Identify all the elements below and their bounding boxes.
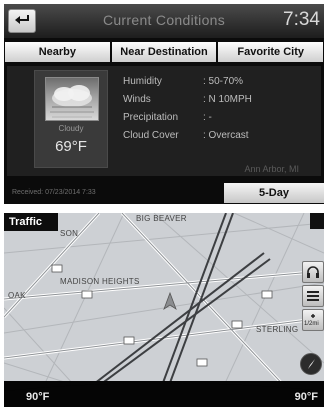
map-corner-tab[interactable] <box>310 213 324 229</box>
headphones-icon <box>307 266 319 278</box>
current-conditions-screen: Current Conditions 7:34 Nearby Near Dest… <box>4 4 324 204</box>
detail-row-precipitation: Precipitation : - <box>123 112 313 130</box>
status-bar-curve <box>4 383 324 391</box>
zoom-scale-button[interactable]: 1/2mi <box>302 309 324 331</box>
temperature: 69°F <box>55 138 87 155</box>
compass-button[interactable] <box>300 353 322 375</box>
detail-row-winds: Winds : N 10MPH <box>123 94 313 112</box>
clock: 7:34 <box>283 9 320 30</box>
location-tabs: Nearby Near Destination Favorite City <box>5 42 324 62</box>
map-place-label: STERLING <box>256 325 299 334</box>
detail-label: Humidity <box>123 76 162 87</box>
traffic-map-screen: BIG BEAVER SON MADISON HEIGHTS OAK STERL… <box>4 213 324 407</box>
received-timestamp: Received: 07/23/2014 7:33 <box>12 189 96 196</box>
detail-row-cloud-cover: Cloud Cover : Overcast <box>123 130 313 148</box>
tab-near-destination[interactable]: Near Destination <box>111 42 217 62</box>
detail-label: Precipitation <box>123 112 179 123</box>
five-day-button[interactable]: 5-Day <box>224 183 324 203</box>
bottom-bar: Received: 07/23/2014 7:33 5-Day <box>4 182 324 204</box>
compass-icon <box>308 359 315 369</box>
outside-temp-left: 90°F <box>26 391 50 403</box>
detail-label: Winds <box>123 94 151 105</box>
map-place-label: MADISON HEIGHTS <box>60 277 140 286</box>
detail-row-humidity: Humidity : 50-70% <box>123 76 313 94</box>
map-place-label: OAK <box>8 291 26 300</box>
tab-favorite-city[interactable]: Favorite City <box>218 42 324 62</box>
tab-nearby[interactable]: Nearby <box>5 42 110 62</box>
map-place-label: SON <box>60 229 79 238</box>
detail-value: : Overcast <box>203 130 249 141</box>
detail-value: : 50-70% <box>203 76 244 87</box>
traffic-label[interactable]: Traffic <box>4 213 58 231</box>
headphones-button[interactable] <box>302 261 324 283</box>
scale-label: 1/2mi <box>304 321 319 327</box>
detail-label: Cloud Cover <box>123 130 179 141</box>
conditions-details: Humidity : 50-70% Winds : N 10MPH Precip… <box>123 76 313 148</box>
list-icon <box>307 291 319 301</box>
detail-value: : N 10MPH <box>203 94 252 105</box>
outside-temp-right: 90°F <box>294 391 318 403</box>
map-controls: 1/2mi <box>302 261 324 333</box>
map-place-label: BIG BEAVER <box>136 214 187 223</box>
page-title: Current Conditions <box>102 12 226 28</box>
location-label: Ann Arbor, MI <box>244 164 299 174</box>
conditions-panel: Cloudy 69°F Humidity : 50-70% Winds : N … <box>7 66 321 176</box>
condition-label: Cloudy <box>58 124 84 133</box>
cloudy-weather-icon <box>45 77 99 121</box>
weather-summary: Cloudy 69°F <box>34 70 108 168</box>
detail-value: : - <box>203 112 212 123</box>
list-button[interactable] <box>302 285 324 307</box>
title-bar: Current Conditions 7:34 <box>4 4 324 38</box>
